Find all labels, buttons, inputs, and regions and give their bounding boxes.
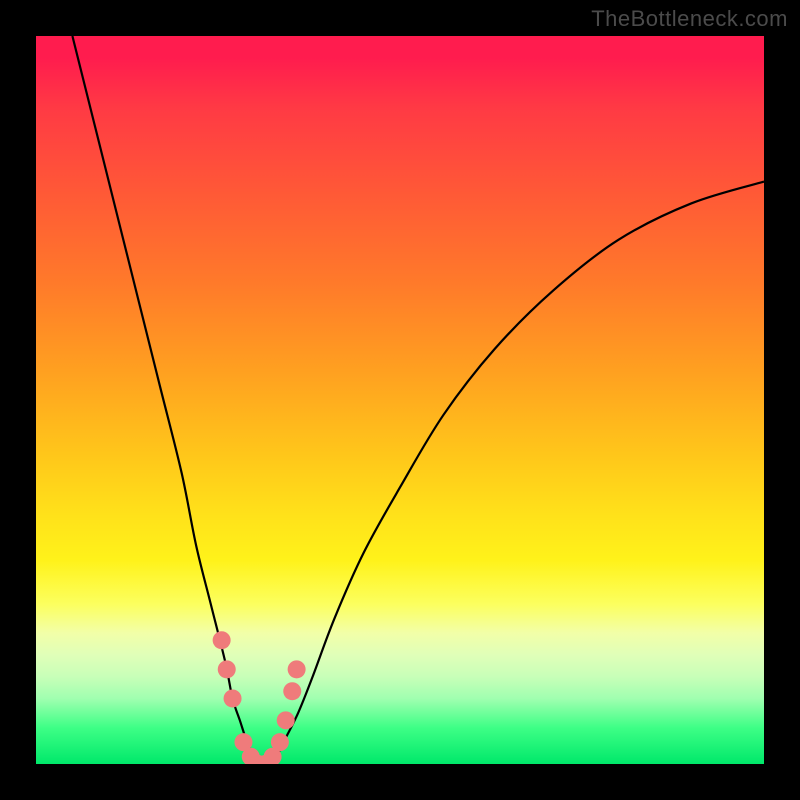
plot-area: [36, 36, 764, 764]
data-marker: [277, 711, 295, 729]
markers-layer: [36, 36, 764, 764]
watermark-text: TheBottleneck.com: [591, 6, 788, 32]
data-marker: [224, 689, 242, 707]
data-marker: [271, 733, 289, 751]
data-markers: [213, 631, 306, 764]
data-marker: [213, 631, 231, 649]
data-marker: [218, 660, 236, 678]
data-marker: [288, 660, 306, 678]
data-marker: [283, 682, 301, 700]
chart-frame: TheBottleneck.com: [0, 0, 800, 800]
